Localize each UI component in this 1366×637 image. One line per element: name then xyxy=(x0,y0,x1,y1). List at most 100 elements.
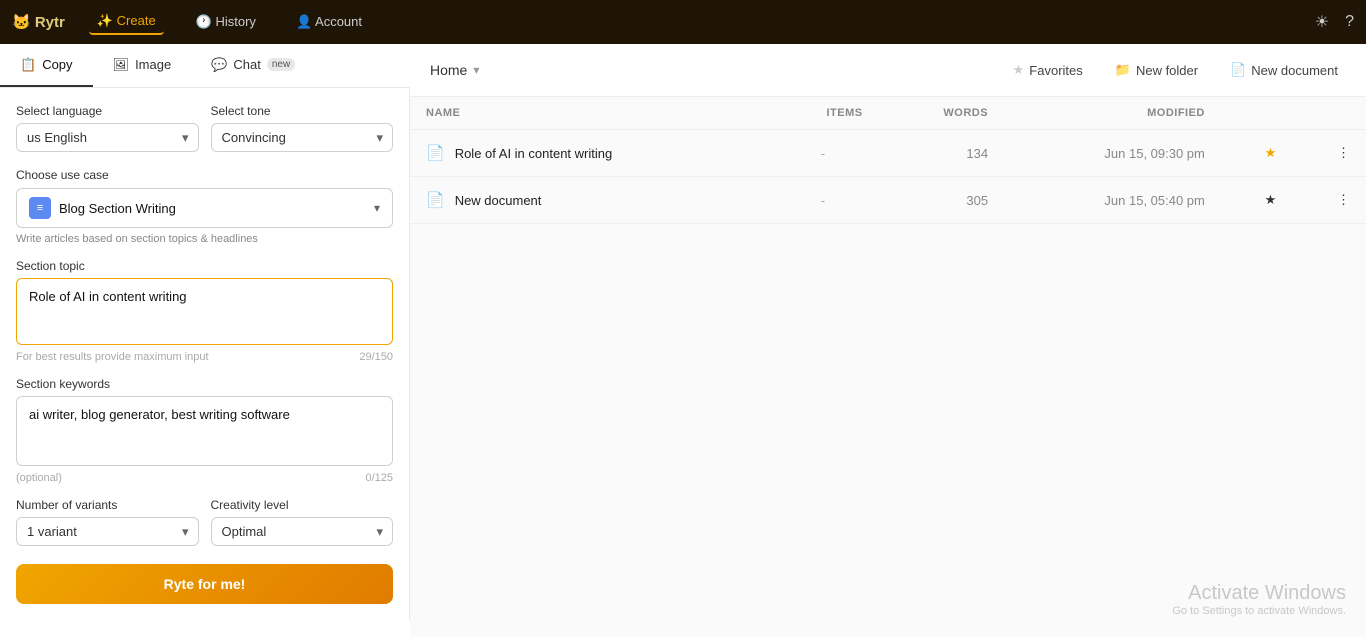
language-group: Select language us English xyxy=(16,104,199,152)
top-nav: 🐱 Rytr ✨ Create 🕐 History 👤 Account ☀ ? xyxy=(0,0,1366,44)
file-words: 305 xyxy=(879,177,1004,224)
variants-label: Number of variants xyxy=(16,498,199,512)
section-keywords-input[interactable]: ai writer, blog generator, best writing … xyxy=(16,396,393,466)
file-name-cell: 📄 Role of AI in content writing xyxy=(410,130,767,177)
nav-history[interactable]: 🕐 History xyxy=(188,10,264,34)
table-header: NAME ITEMS WORDS MODIFIED xyxy=(410,97,1366,130)
image-icon: 🖼 xyxy=(113,57,130,73)
file-name-cell: 📄 New document xyxy=(410,177,767,224)
sub-nav: 📋 Copy 🖼 Image 💬 Chat new xyxy=(0,44,410,88)
file-more[interactable]: ⋮ xyxy=(1292,130,1366,177)
chat-label: Chat xyxy=(233,57,260,72)
keywords-hint: (optional) 0/125 xyxy=(16,472,393,484)
new-document-button[interactable]: 📄 New document xyxy=(1222,58,1346,82)
use-case-text: Blog Section Writing xyxy=(59,201,366,216)
section-topic-label: Section topic xyxy=(16,259,393,273)
variants-group: Number of variants 1 variant xyxy=(16,498,199,546)
nav-account[interactable]: 👤 Account xyxy=(288,10,370,34)
logo-text: 🐱 Rytr xyxy=(12,13,65,31)
create-label: ✨ Create xyxy=(97,13,156,29)
breadcrumb-text: Home xyxy=(430,62,467,78)
creativity-select-wrapper: Optimal xyxy=(211,517,394,546)
use-case-chevron-icon: ▾ xyxy=(374,201,380,215)
file-more[interactable]: ⋮ xyxy=(1292,177,1366,224)
col-name: NAME xyxy=(410,97,767,130)
right-actions: ★ Favorites 📁 New folder 📄 New document xyxy=(1005,58,1346,82)
new-document-label: New document xyxy=(1251,63,1338,78)
use-case-icon: ≡ xyxy=(29,197,51,219)
use-case-desc: Write articles based on section topics &… xyxy=(16,233,393,245)
sun-icon[interactable]: ☀ xyxy=(1315,12,1329,32)
new-folder-button[interactable]: 📁 New folder xyxy=(1107,58,1206,82)
right-panel: Home ▾ ★ Favorites 📁 New folder 📄 New do… xyxy=(410,44,1366,637)
language-select[interactable]: us English xyxy=(16,123,199,152)
tone-group: Select tone Convincing xyxy=(211,104,394,152)
favorites-button[interactable]: ★ Favorites xyxy=(1005,58,1091,82)
section-keywords-label: Section keywords xyxy=(16,377,393,391)
chat-icon: 💬 xyxy=(211,57,227,73)
nav-create[interactable]: ✨ Create xyxy=(89,9,164,35)
table-row[interactable]: 📄 New document - 305 Jun 15, 05:40 pm ★ … xyxy=(410,177,1366,224)
file-words: 134 xyxy=(879,130,1004,177)
table-row[interactable]: 📄 Role of AI in content writing - 134 Ju… xyxy=(410,130,1366,177)
creativity-label: Creativity level xyxy=(211,498,394,512)
favorites-label: Favorites xyxy=(1029,63,1082,78)
chat-badge: new xyxy=(267,58,295,71)
file-items: - xyxy=(767,177,878,224)
file-name: Role of AI in content writing xyxy=(455,146,613,161)
col-more xyxy=(1292,97,1366,130)
file-table: NAME ITEMS WORDS MODIFIED 📄 Role of AI i… xyxy=(410,97,1366,224)
right-header: Home ▾ ★ Favorites 📁 New folder 📄 New do… xyxy=(410,44,1366,97)
folder-icon: 📁 xyxy=(1115,62,1131,78)
new-folder-label: New folder xyxy=(1136,63,1198,78)
variants-creativity-row: Number of variants 1 variant Creativity … xyxy=(16,498,393,546)
creativity-group: Creativity level Optimal xyxy=(211,498,394,546)
tab-copy[interactable]: 📋 Copy xyxy=(0,44,93,87)
col-items: ITEMS xyxy=(767,97,878,130)
col-star xyxy=(1221,97,1292,130)
image-label: Image xyxy=(135,57,171,72)
keywords-count: 0/125 xyxy=(365,472,393,484)
creativity-select[interactable]: Optimal xyxy=(211,517,394,546)
file-modified: Jun 15, 09:30 pm xyxy=(1004,130,1221,177)
tone-select-wrapper: Convincing xyxy=(211,123,394,152)
col-modified: MODIFIED xyxy=(1004,97,1221,130)
use-case-select[interactable]: ≡ Blog Section Writing ▾ xyxy=(16,188,393,228)
tone-select[interactable]: Convincing xyxy=(211,123,394,152)
copy-icon: 📋 xyxy=(20,57,36,73)
use-case-label: Choose use case xyxy=(16,168,393,182)
variants-select[interactable]: 1 variant xyxy=(16,517,199,546)
language-label: Select language xyxy=(16,104,199,118)
history-label: 🕐 History xyxy=(196,14,256,30)
file-items: - xyxy=(767,130,878,177)
section-topic-input[interactable]: Role of AI in content writing xyxy=(16,278,393,345)
breadcrumb-chevron-icon: ▾ xyxy=(473,63,479,77)
section-topic-hint: For best results provide maximum input 2… xyxy=(16,351,393,363)
language-tone-row: Select language us English Select tone C… xyxy=(16,104,393,152)
breadcrumb[interactable]: Home ▾ xyxy=(430,62,479,78)
copy-label: Copy xyxy=(42,57,72,72)
file-icon: 📄 xyxy=(426,144,445,162)
keywords-optional: (optional) xyxy=(16,472,62,484)
file-star[interactable]: ★ xyxy=(1221,177,1292,224)
col-words: WORDS xyxy=(879,97,1004,130)
table-body: 📄 Role of AI in content writing - 134 Ju… xyxy=(410,130,1366,224)
account-label: 👤 Account xyxy=(296,14,362,30)
main-layout: 📋 Copy 🖼 Image 💬 Chat new Select languag… xyxy=(0,44,1366,637)
nav-right: ☀ ? xyxy=(1315,12,1354,32)
tab-image[interactable]: 🖼 Image xyxy=(93,44,192,87)
file-star[interactable]: ★ xyxy=(1221,130,1292,177)
tone-label: Select tone xyxy=(211,104,394,118)
tab-chat[interactable]: 💬 Chat new xyxy=(191,44,315,87)
document-icon: 📄 xyxy=(1230,62,1246,78)
file-name: New document xyxy=(455,193,542,208)
star-icon: ★ xyxy=(1013,62,1025,78)
generate-button[interactable]: Ryte for me! xyxy=(16,564,393,604)
logo[interactable]: 🐱 Rytr xyxy=(12,13,65,31)
file-modified: Jun 15, 05:40 pm xyxy=(1004,177,1221,224)
section-topic-count: 29/150 xyxy=(359,351,393,363)
variants-select-wrapper: 1 variant xyxy=(16,517,199,546)
language-select-wrapper: us English xyxy=(16,123,199,152)
help-icon[interactable]: ? xyxy=(1345,13,1354,31)
file-icon: 📄 xyxy=(426,191,445,209)
